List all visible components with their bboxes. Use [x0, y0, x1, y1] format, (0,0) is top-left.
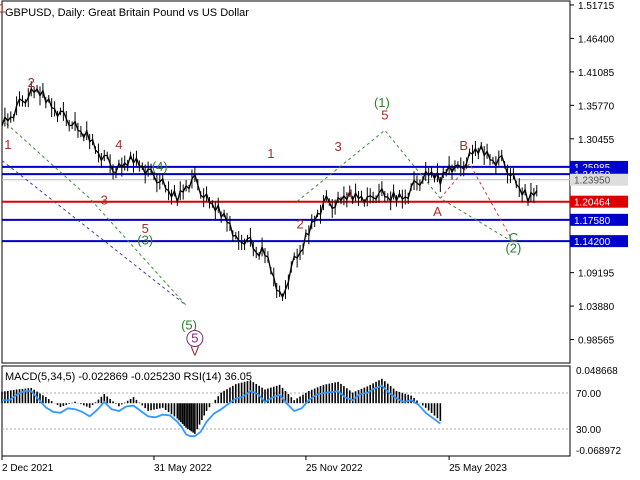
indicator-title: MACD(5,34,5) -0.022869 -0.025230 RSI(14)… [5, 371, 252, 383]
indicator-axis-label: 30.00 [576, 425, 601, 436]
indicator-axis-label: -0.068972 [576, 446, 621, 457]
level-tag-label: 1.14200 [574, 237, 611, 248]
wave-label: 3 [101, 193, 108, 208]
time-axis-label: 25 May 2023 [449, 463, 507, 474]
wave-label: 2 [296, 217, 303, 232]
price-axis-label: 1.30455 [578, 135, 615, 146]
wave-label: 1 [267, 146, 274, 161]
price-axis-label: 1.09195 [578, 269, 615, 280]
level-tag-label: 1.23950 [574, 176, 611, 187]
chart-frame [1, 0, 571, 457]
price-axis-label: 0.98565 [578, 336, 615, 347]
price-marks [1, 81, 538, 306]
wave-label: (2) [505, 240, 521, 255]
wave-label: (3) [137, 232, 153, 247]
wave-label: B [459, 138, 468, 153]
price-axis-label: 1.35770 [578, 101, 615, 112]
wave-label: 4 [346, 186, 353, 201]
level-tag-label: 1.20464 [574, 198, 611, 209]
indicator-axis-label: 70.00 [576, 389, 601, 400]
price-panel-border [1, 0, 571, 364]
price-axis-label: 1.51715 [578, 1, 615, 12]
time-axis-label: 31 May 2022 [154, 463, 212, 474]
indicator-panel: MACD(5,34,5) -0.022869 -0.025230 RSI(14)… [1, 371, 570, 438]
indicator-axis-label: 0.048668 [576, 366, 618, 377]
price-axis-label: 1.46400 [578, 34, 615, 45]
wave-label: A [433, 204, 442, 219]
time-axis-label: 2 Dec 2021 [2, 463, 54, 474]
wave-label: (4) [152, 159, 168, 174]
price-line [1, 87, 538, 299]
wave-label: V [191, 344, 200, 359]
wave-label: 5 [381, 108, 388, 123]
price-axis-label: 1.03880 [578, 302, 615, 313]
chart-svg: 12143(4)5(3)(5)5V1234(1)5BAC(2) 1.259851… [0, 0, 628, 474]
price-axis-label: 1.41085 [578, 68, 615, 79]
wave-label: 2 [28, 75, 35, 90]
level-tags: 1.259851.248501.239501.204641.175801.142… [570, 160, 628, 248]
chart-title: GBPUSD, Daily: Great Britain Pound vs US… [5, 7, 249, 19]
wave-projection-line [439, 162, 514, 243]
wave-label: 3 [334, 139, 341, 154]
wave-label: 1 [4, 137, 11, 152]
time-axis-label: 25 Nov 2022 [306, 463, 363, 474]
wave-projection-line [1, 119, 187, 306]
wave-label: 4 [115, 137, 122, 152]
level-tag-label: 1.17580 [574, 216, 611, 227]
price-lines [2, 165, 570, 243]
